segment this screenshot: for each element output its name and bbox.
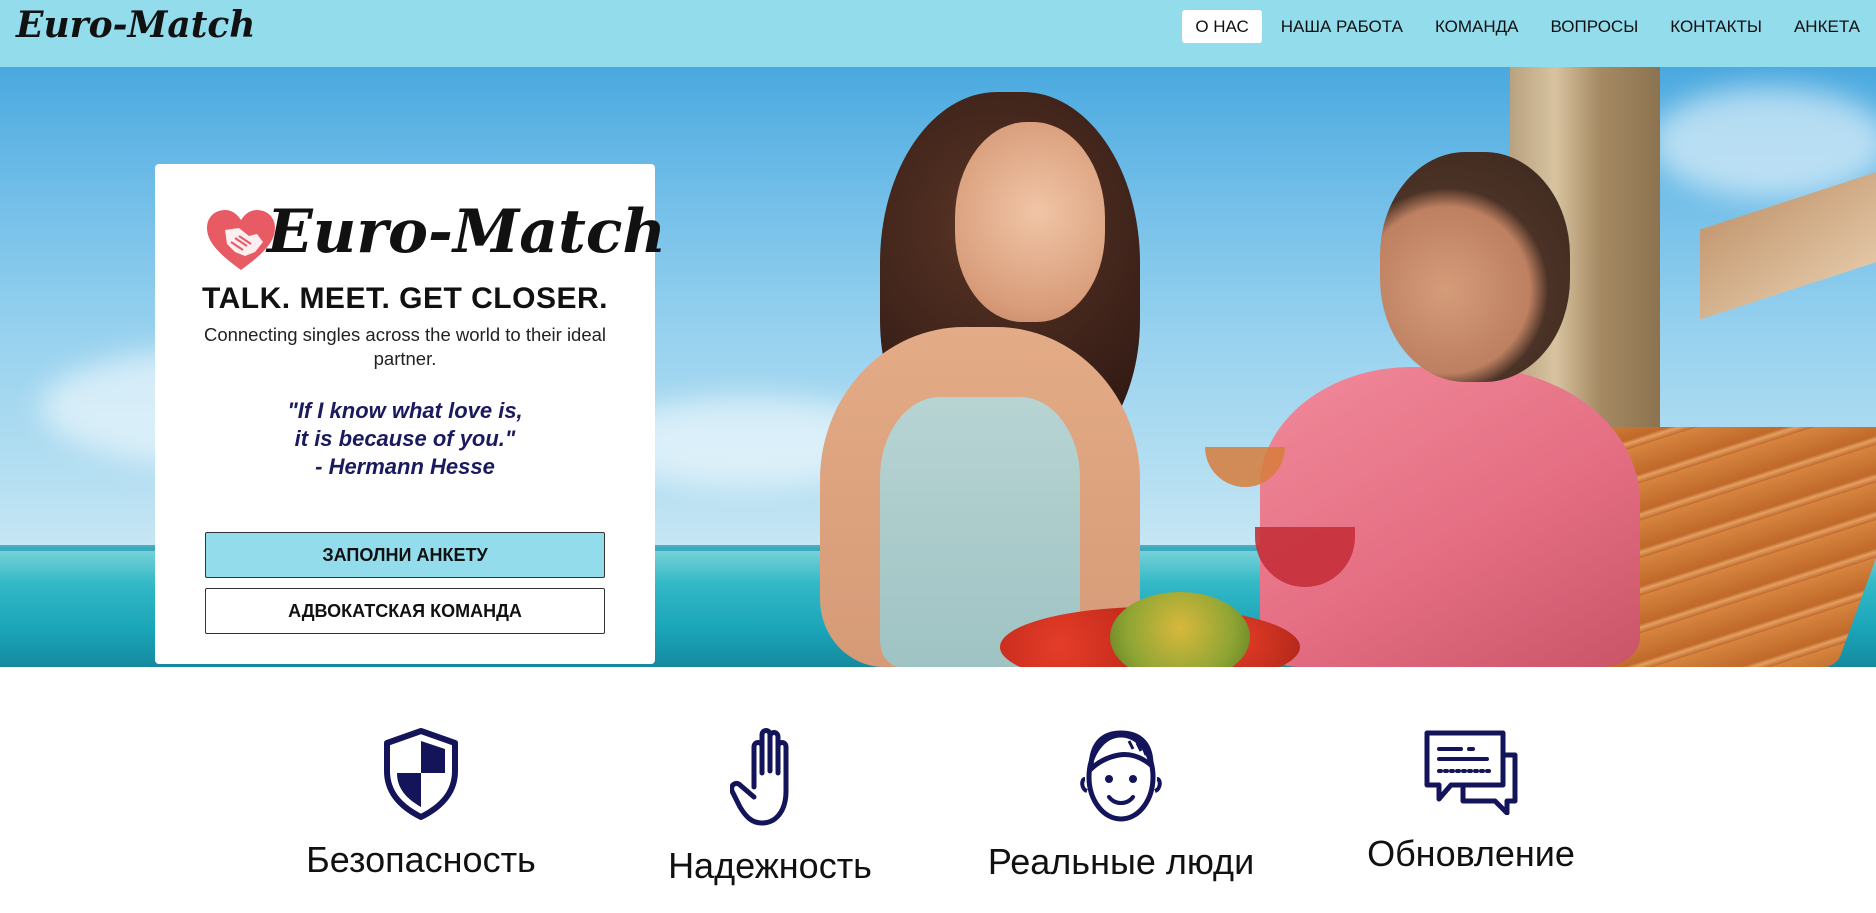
hand-icon bbox=[730, 728, 789, 826]
lawyer-team-button[interactable]: АДВОКАТСКАЯ КОМАНДА bbox=[205, 588, 605, 634]
navbar: Euro-Match О НАС НАША РАБОТА КОМАНДА ВОП… bbox=[0, 0, 1876, 67]
nav-item-our-work[interactable]: НАША РАБОТА bbox=[1268, 10, 1416, 43]
feature-label: Обновление bbox=[1367, 833, 1575, 874]
feature-reliability: Надежность bbox=[620, 727, 920, 887]
nav-item-team[interactable]: КОМАНДА bbox=[1422, 10, 1532, 43]
fill-questionnaire-button[interactable]: ЗАПОЛНИ АНКЕТУ bbox=[205, 532, 605, 578]
quote-author: - Hermann Hesse bbox=[315, 454, 495, 479]
shield-icon bbox=[384, 728, 458, 820]
feature-safety: Безопасность bbox=[271, 727, 571, 881]
man-shirt bbox=[1260, 367, 1640, 667]
nav-item-contacts[interactable]: КОНТАКТЫ bbox=[1657, 10, 1775, 43]
woman-face bbox=[955, 122, 1105, 322]
features-section: Безопасность Надежность Реальные люди Об… bbox=[0, 667, 1876, 913]
nav-item-about[interactable]: О НАС bbox=[1182, 10, 1262, 43]
feature-update: Обновление bbox=[1321, 727, 1621, 875]
quote: "If I know what love is, it is because o… bbox=[155, 397, 655, 481]
cloud bbox=[1650, 87, 1876, 197]
hero-card: Euro-Match TALK. MEET. GET CLOSER. Conne… bbox=[155, 164, 666, 664]
face-icon bbox=[1080, 730, 1162, 822]
feature-label: Безопасность bbox=[306, 839, 536, 880]
feature-real-people: Реальные люди bbox=[971, 727, 1271, 883]
feature-label: Надежность bbox=[668, 845, 872, 886]
nav-item-questionnaire[interactable]: АНКЕТА bbox=[1781, 10, 1873, 43]
nav-menu: О НАС НАША РАБОТА КОМАНДА ВОПРОСЫ КОНТАК… bbox=[1179, 10, 1876, 43]
card-logo: Euro-Match bbox=[205, 182, 666, 282]
quote-line: it is because of you." bbox=[294, 426, 516, 451]
chat-icon bbox=[1424, 730, 1518, 815]
feature-label: Реальные люди bbox=[987, 841, 1255, 882]
card-logo-text: Euro-Match bbox=[267, 197, 667, 267]
man-head bbox=[1380, 152, 1570, 382]
brand-logo[interactable]: Euro-Match bbox=[16, 2, 255, 48]
nav-item-faq[interactable]: ВОПРОСЫ bbox=[1538, 10, 1652, 43]
subtitle: Connecting singles across the world to t… bbox=[203, 324, 607, 369]
hero-banner: Euro-Match TALK. MEET. GET CLOSER. Conne… bbox=[0, 67, 1876, 667]
tagline: TALK. MEET. GET CLOSER. bbox=[202, 282, 608, 315]
quote-line: "If I know what love is, bbox=[287, 398, 523, 423]
